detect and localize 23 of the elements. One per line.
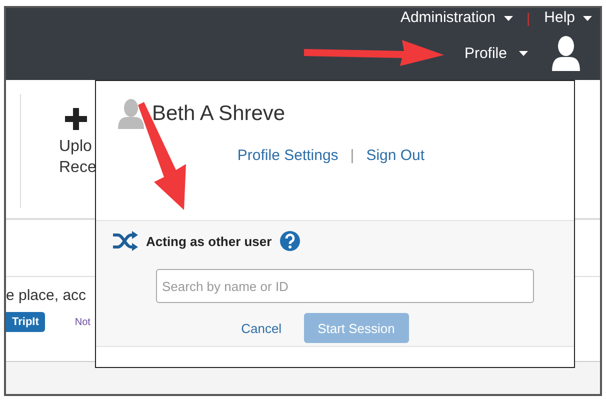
shuffle-icon [112, 231, 138, 251]
section-title: Acting as other user [146, 234, 272, 248]
top-menu-item[interactable]: Help [544, 10, 592, 26]
user-name: Beth A Shreve [152, 102, 286, 126]
caret-icon [583, 16, 592, 20]
link-separator: | [350, 147, 354, 164]
top-menu-item[interactable]: Administration [400, 10, 512, 26]
banner-text: e place, acc [6, 287, 86, 304]
profile-link[interactable]: Sign Out [366, 147, 425, 164]
cancel-link[interactable]: Cancel [241, 320, 282, 336]
help-icon[interactable] [280, 231, 300, 251]
search-field[interactable]: Search by name or ID [156, 269, 534, 303]
plus-icon [65, 108, 87, 130]
user-avatar-icon [118, 99, 144, 129]
note-link[interactable]: Not [74, 316, 90, 328]
user-avatar-icon[interactable] [550, 35, 582, 71]
tripit-button[interactable]: TripIt [6, 312, 45, 332]
profile-link[interactable]: Profile Settings [237, 147, 338, 164]
tile-label: Uplo Rece [58, 137, 96, 178]
caret-icon [504, 16, 512, 20]
menu-separator: | [526, 10, 530, 26]
profile-menu[interactable]: Profile [464, 44, 528, 62]
caret-icon [519, 50, 528, 56]
